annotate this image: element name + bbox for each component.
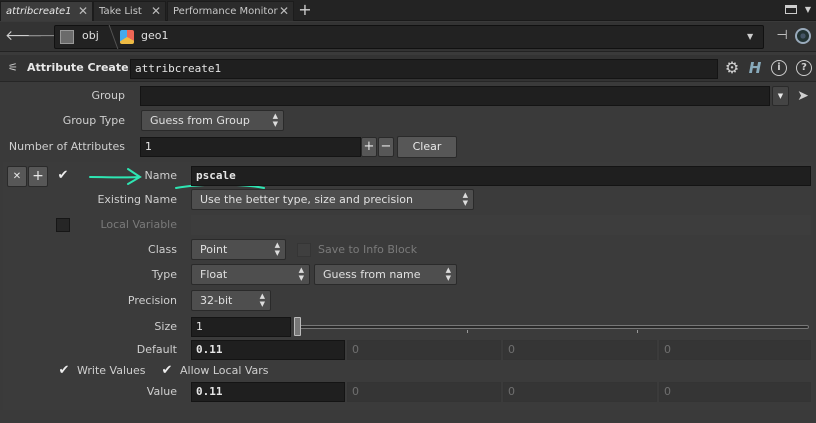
value-field-4[interactable]: 0: [659, 382, 811, 402]
add-tab-icon[interactable]: +: [296, 0, 314, 20]
tab-label: attribcreate1: [6, 6, 72, 17]
updown-arrow-icon: ▲ ▼: [274, 241, 280, 257]
tab-bar: attribcreate1 ✕ Take List ✕ Performance …: [0, 0, 816, 21]
save-info-block-checkbox[interactable]: [297, 243, 311, 257]
local-variable-field[interactable]: [191, 215, 811, 235]
tab-label: Performance Monitor: [173, 6, 278, 17]
clear-button[interactable]: Clear: [397, 136, 457, 158]
existing-name-menu[interactable]: Use the better type, size and precision …: [191, 189, 474, 210]
type-guess-value: Guess from name: [323, 268, 421, 281]
updown-arrow-icon: ▲ ▼: [298, 266, 304, 282]
node-type-label: Attribute Create: [27, 61, 129, 74]
size-label: Size: [154, 320, 177, 333]
size-field[interactable]: 1: [191, 317, 291, 337]
save-info-block-label: Save to Info Block: [318, 243, 418, 256]
slider-tick: [637, 330, 638, 333]
value-label: Value: [146, 385, 177, 398]
path-separator: [99, 25, 119, 49]
write-values-label: Write Values: [77, 364, 146, 377]
node-type-icon: ⚟: [8, 61, 18, 74]
num-attributes-label: Number of Attributes: [8, 140, 125, 153]
close-icon[interactable]: ✕: [151, 2, 161, 21]
type-guess-menu[interactable]: Guess from name ▲ ▼: [314, 264, 457, 285]
allow-local-vars-label: Allow Local Vars: [180, 364, 269, 377]
existing-name-value: Use the better type, size and precision: [200, 193, 413, 206]
path-segment-obj[interactable]: obj: [82, 29, 99, 42]
path-bar: 🡐 🡒 obj geo1 ▼ ⊣: [0, 22, 816, 52]
group-type-label: Group Type: [62, 114, 125, 127]
group-type-value: Guess from Group: [150, 114, 250, 127]
precision-label: Precision: [127, 294, 177, 307]
tab-attribcreate1[interactable]: attribcreate1 ✕: [0, 1, 93, 21]
updown-arrow-icon: ▲ ▼: [272, 112, 278, 128]
close-icon[interactable]: ✕: [78, 2, 88, 21]
path-field[interactable]: obj geo1 ▼: [54, 25, 764, 49]
slider-tick: [467, 330, 468, 333]
help-h-icon[interactable]: H: [746, 59, 764, 77]
forward-arrow-icon[interactable]: 🡒: [27, 28, 65, 44]
size-slider-track[interactable]: [298, 325, 809, 329]
back-arrow-icon[interactable]: 🡐: [5, 28, 43, 44]
precision-menu[interactable]: 32-bit ▲ ▼: [191, 290, 271, 311]
existing-name-label: Existing Name: [97, 193, 177, 206]
group-dropdown-button[interactable]: ▼: [772, 86, 789, 106]
tab-label: Take List: [99, 6, 142, 17]
tab-performance-monitor[interactable]: Performance Monitor ✕: [167, 1, 294, 21]
group-field[interactable]: [140, 86, 770, 106]
path-segment-geo[interactable]: geo1: [141, 29, 168, 42]
num-attributes-field[interactable]: 1: [140, 137, 361, 157]
obj-network-icon: [60, 30, 74, 44]
class-menu[interactable]: Point ▲ ▼: [191, 239, 286, 260]
default-field-4[interactable]: 0: [659, 340, 811, 360]
allow-local-vars-checkbox[interactable]: ✔: [160, 363, 174, 379]
node-name-field[interactable]: attribcreate1: [130, 59, 718, 79]
enable-check-icon[interactable]: ✔: [55, 168, 71, 184]
class-value: Point: [200, 243, 228, 256]
gear-icon[interactable]: ⚙: [723, 59, 741, 77]
remove-attribute-button[interactable]: −: [378, 137, 394, 157]
type-value: Float: [200, 268, 228, 281]
geo-node-icon: [120, 30, 134, 44]
value-field-3[interactable]: 0: [503, 382, 657, 402]
name-field[interactable]: pscale: [191, 166, 811, 186]
insert-instance-button[interactable]: +: [28, 166, 48, 187]
help-icon[interactable]: ?: [796, 60, 812, 76]
type-menu[interactable]: Float ▲ ▼: [191, 264, 310, 285]
add-attribute-button[interactable]: +: [361, 137, 377, 157]
value-field-1[interactable]: 0.11: [191, 382, 345, 402]
default-field-1[interactable]: 0.11: [191, 340, 345, 360]
name-label: Name: [144, 169, 177, 182]
updown-arrow-icon: ▲ ▼: [259, 292, 265, 308]
updown-arrow-icon: ▲ ▼: [462, 191, 468, 207]
write-values-checkbox[interactable]: ✔: [57, 363, 71, 379]
maximize-icon[interactable]: [785, 5, 797, 14]
local-variable-checkbox[interactable]: [56, 218, 70, 232]
default-field-3[interactable]: 0: [503, 340, 657, 360]
remove-instance-button[interactable]: ✕: [7, 166, 27, 187]
info-icon[interactable]: i: [771, 60, 787, 76]
close-icon[interactable]: ✕: [279, 2, 289, 21]
select-arrow-icon[interactable]: ➤: [795, 86, 811, 106]
pane-menu-icon[interactable]: ▼: [802, 2, 814, 18]
pin-icon[interactable]: ⊣: [774, 27, 790, 45]
precision-value: 32-bit: [200, 294, 233, 307]
group-label: Group: [91, 89, 126, 102]
group-type-menu[interactable]: Guess from Group ▲ ▼: [141, 110, 284, 131]
local-variable-label: Local Variable: [100, 218, 177, 231]
size-slider-handle[interactable]: [294, 317, 301, 336]
value-field-2[interactable]: 0: [347, 382, 501, 402]
parameter-header: ⚟ Attribute Create attribcreate1 ⚙ H i ?: [0, 55, 816, 82]
default-field-2[interactable]: 0: [347, 340, 501, 360]
default-label: Default: [136, 343, 177, 356]
type-label: Type: [151, 268, 177, 281]
link-icon[interactable]: [795, 28, 811, 44]
tab-take-list[interactable]: Take List ✕: [93, 1, 166, 21]
class-label: Class: [148, 243, 177, 256]
chevron-down-icon[interactable]: ▼: [747, 32, 753, 41]
updown-arrow-icon: ▲ ▼: [445, 266, 451, 282]
